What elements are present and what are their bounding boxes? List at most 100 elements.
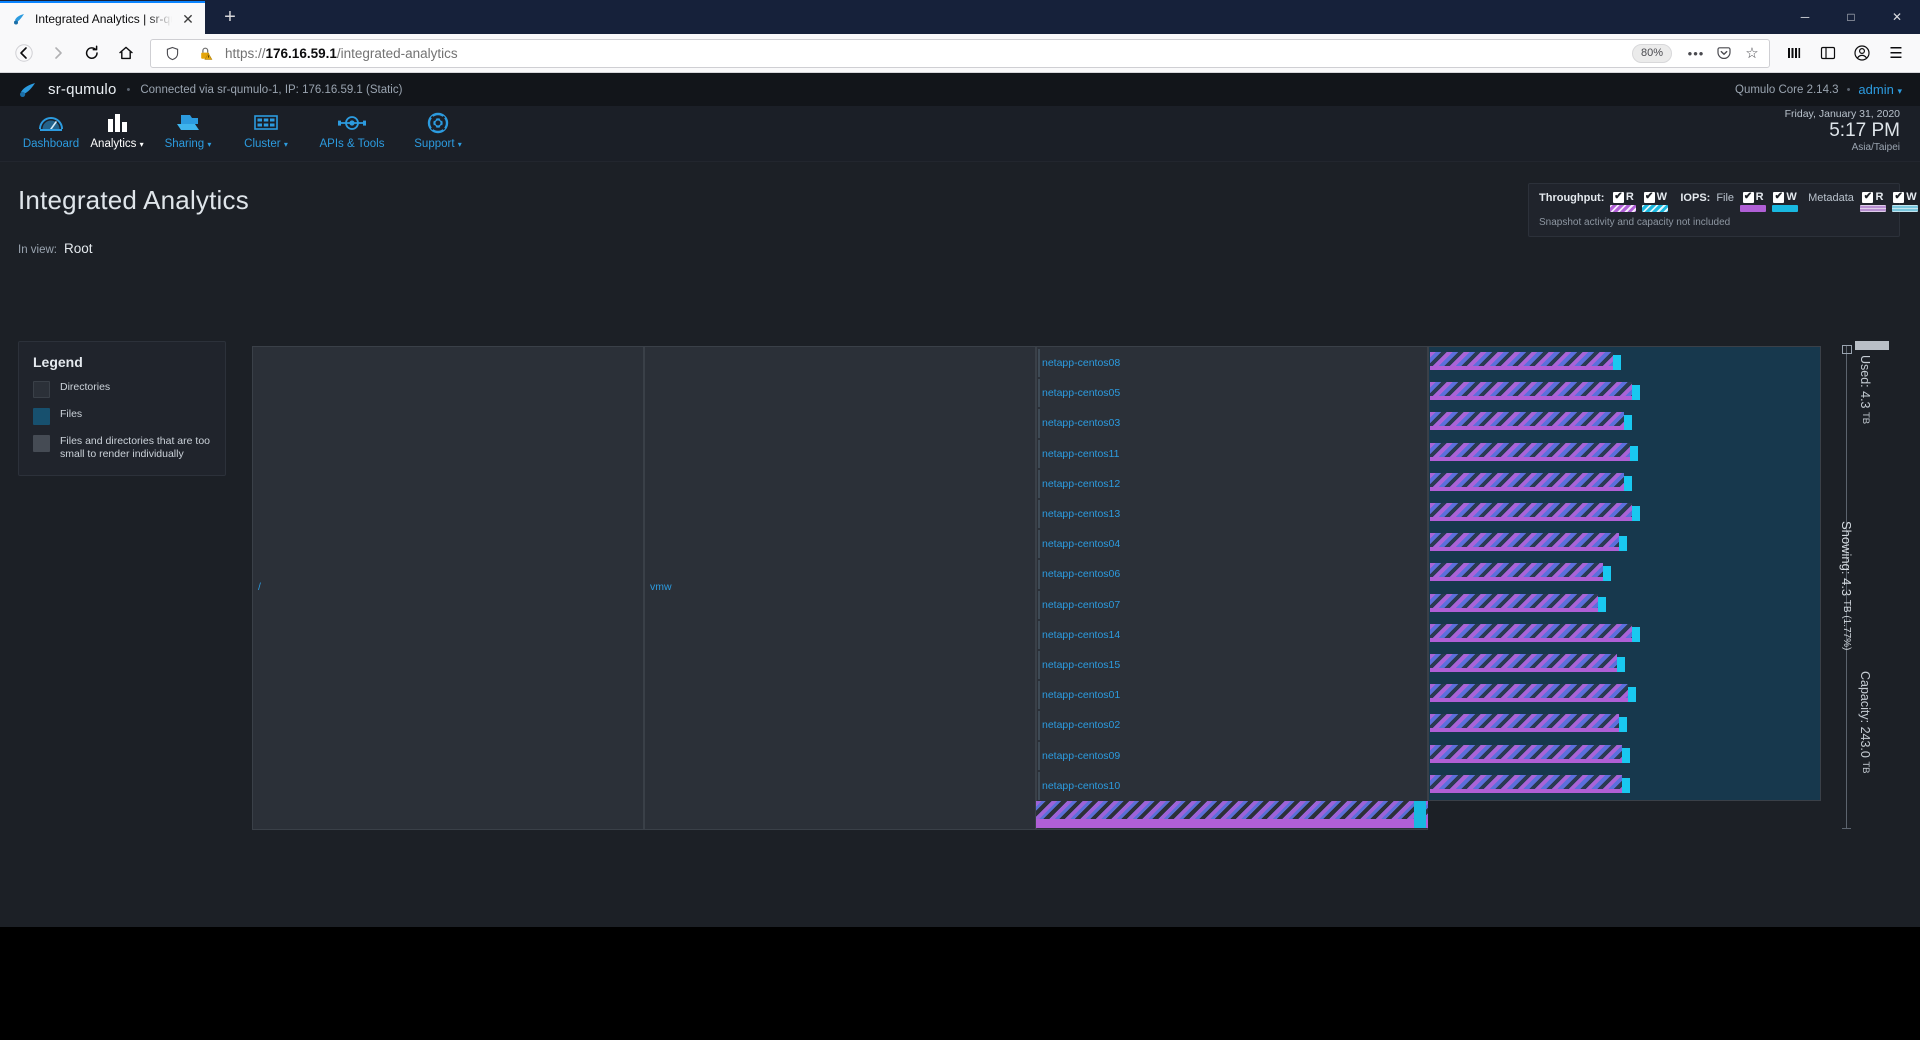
treemap-activity-bar [1430, 472, 1632, 491]
legend-swatch-directories [33, 381, 50, 398]
throughput-label: Throughput: [1539, 192, 1605, 204]
treemap-activity-bar [1430, 533, 1627, 552]
activity-endcap [1628, 687, 1636, 703]
iops-file-write-swatch [1772, 205, 1799, 212]
nav-item-sharing[interactable]: Sharing ▾ [150, 106, 226, 150]
app-menu-icon[interactable]: ☰ [1880, 37, 1912, 69]
home-button[interactable] [110, 37, 142, 69]
capacity-tick-bottom [1842, 828, 1851, 829]
api-node-icon [336, 110, 368, 136]
in-view-value[interactable]: Root [64, 241, 93, 256]
nav-item-analytics[interactable]: Analytics ▾ [84, 106, 150, 150]
treemap-file-divider [1038, 651, 1040, 680]
checkbox-icon[interactable]: ✔ [1773, 191, 1785, 203]
activity-legend-row: Throughput: ✔ R ✔ W IOPS: File ✔ R ✔ W M… [1539, 191, 1918, 212]
url-host: 176.16.59.1 [265, 45, 337, 61]
new-tab-button[interactable]: + [215, 2, 245, 32]
sidebar-icon[interactable] [1812, 37, 1844, 69]
iops-metadata-read-swatch [1859, 205, 1886, 212]
tracking-protection-shield-icon[interactable] [159, 40, 185, 66]
treemap-cell-root[interactable] [252, 346, 644, 830]
activity-solid [1430, 668, 1617, 672]
activity-stripes [1430, 714, 1619, 729]
activity-endcap [1632, 385, 1640, 401]
treemap-activity-bar [1430, 593, 1606, 612]
url-bar[interactable]: https://176.16.59.1/integrated-analytics… [150, 38, 1770, 68]
urlbar-actions: ••• ☆ [1683, 40, 1765, 66]
activity-stripes [1430, 352, 1613, 366]
checkbox-icon[interactable]: ✔ [1862, 191, 1874, 203]
nav-item-apis-tools[interactable]: APIs & Tools [306, 106, 398, 150]
reload-button[interactable] [76, 37, 108, 69]
page-bottom-fill [0, 927, 1920, 1040]
qumulo-app: sr-qumulo • Connected via sr-qumulo-1, I… [0, 73, 1920, 1000]
maximize-icon[interactable]: □ [1828, 0, 1874, 34]
throughput-read-toggle[interactable]: ✔ R [1610, 191, 1637, 212]
treemap-activity-bar [1430, 563, 1611, 582]
iops-file-label: File [1716, 192, 1735, 204]
forward-button[interactable] [42, 37, 74, 69]
read-label: R [1625, 191, 1634, 203]
checkbox-icon[interactable]: ✔ [1742, 191, 1754, 203]
activity-solid [1430, 486, 1624, 491]
zoom-level-badge[interactable]: 80% [1631, 43, 1672, 63]
checkbox-icon[interactable]: ✔ [1612, 191, 1624, 203]
activity-endcap [1632, 626, 1640, 642]
activity-endcap [1624, 415, 1632, 431]
legend-row-files: Files [33, 408, 211, 425]
write-label: W [1786, 191, 1797, 203]
capacity-used-marker [1842, 345, 1852, 354]
activity-solid [1430, 607, 1598, 612]
window-close-icon[interactable]: ✕ [1874, 0, 1920, 34]
qumulo-logo-icon [18, 81, 38, 99]
treemap-cell-vmw[interactable] [644, 346, 1036, 830]
treemap[interactable]: / vmw netapp-centos08 netapp-centos05 neta… [252, 346, 1822, 830]
clock-timezone: Asia/Taipei [1851, 142, 1900, 153]
in-view-row: In view: Root [18, 241, 93, 256]
library-icon[interactable] [1778, 37, 1810, 69]
nav-label-sharing: Sharing ▾ [164, 138, 212, 150]
activity-stripes [1430, 654, 1617, 668]
legend-card: Legend Directories Files Files and direc… [18, 341, 226, 476]
activity-endcap [1622, 747, 1630, 763]
minimize-icon[interactable]: ─ [1782, 0, 1828, 34]
padlock-warning-icon[interactable] [192, 40, 218, 66]
nav-item-support[interactable]: Support ▾ [398, 106, 478, 150]
activity-solid [1430, 577, 1603, 582]
iops-metadata-write-toggle[interactable]: ✔ W [1891, 191, 1918, 212]
bookmark-star-icon[interactable]: ☆ [1739, 40, 1765, 66]
account-icon[interactable] [1846, 37, 1878, 69]
admin-label: admin [1858, 82, 1894, 97]
more-actions-icon[interactable]: ••• [1683, 40, 1709, 66]
iops-file-write-toggle[interactable]: ✔ W [1772, 191, 1799, 212]
iops-metadata-read-toggle[interactable]: ✔ R [1859, 191, 1886, 212]
activity-stripes [1430, 593, 1598, 608]
iops-file-read-toggle[interactable]: ✔ R [1740, 191, 1767, 212]
browser-tab[interactable]: Integrated Analytics | sr-qumul ✕ [0, 1, 205, 34]
pocket-icon[interactable] [1711, 40, 1737, 66]
nav-label-support: Support ▾ [414, 138, 462, 150]
checkbox-icon[interactable]: ✔ [1643, 191, 1655, 203]
activity-solid [1430, 788, 1622, 793]
treemap-file-divider [1038, 711, 1040, 740]
nav-item-dashboard[interactable]: Dashboard [18, 106, 84, 150]
activity-legend-note: Snapshot activity and capacity not inclu… [1539, 217, 1731, 228]
throughput-write-toggle[interactable]: ✔ W [1642, 191, 1669, 212]
treemap-activity-bar [1430, 623, 1640, 642]
read-label: R [1755, 191, 1764, 203]
nav-item-cluster[interactable]: Cluster ▾ [226, 106, 306, 150]
treemap-file-divider [1038, 530, 1040, 559]
admin-menu[interactable]: admin ▾ [1858, 82, 1902, 97]
treemap-cell-file-list[interactable] [1036, 346, 1428, 830]
gauge-icon [37, 110, 65, 136]
treemap-file-divider [1038, 500, 1040, 529]
back-button[interactable] [8, 37, 40, 69]
close-icon[interactable]: ✕ [179, 10, 197, 28]
read-label: R [1875, 191, 1884, 203]
treemap-file-divider [1038, 409, 1040, 438]
connection-info: Connected via sr-qumulo-1, IP: 176.16.59… [140, 83, 403, 96]
activity-endcap [1617, 657, 1625, 672]
url-path: /integrated-analytics [336, 45, 458, 61]
checkbox-icon[interactable]: ✔ [1893, 191, 1905, 203]
treemap-activity-bar [1430, 654, 1625, 672]
